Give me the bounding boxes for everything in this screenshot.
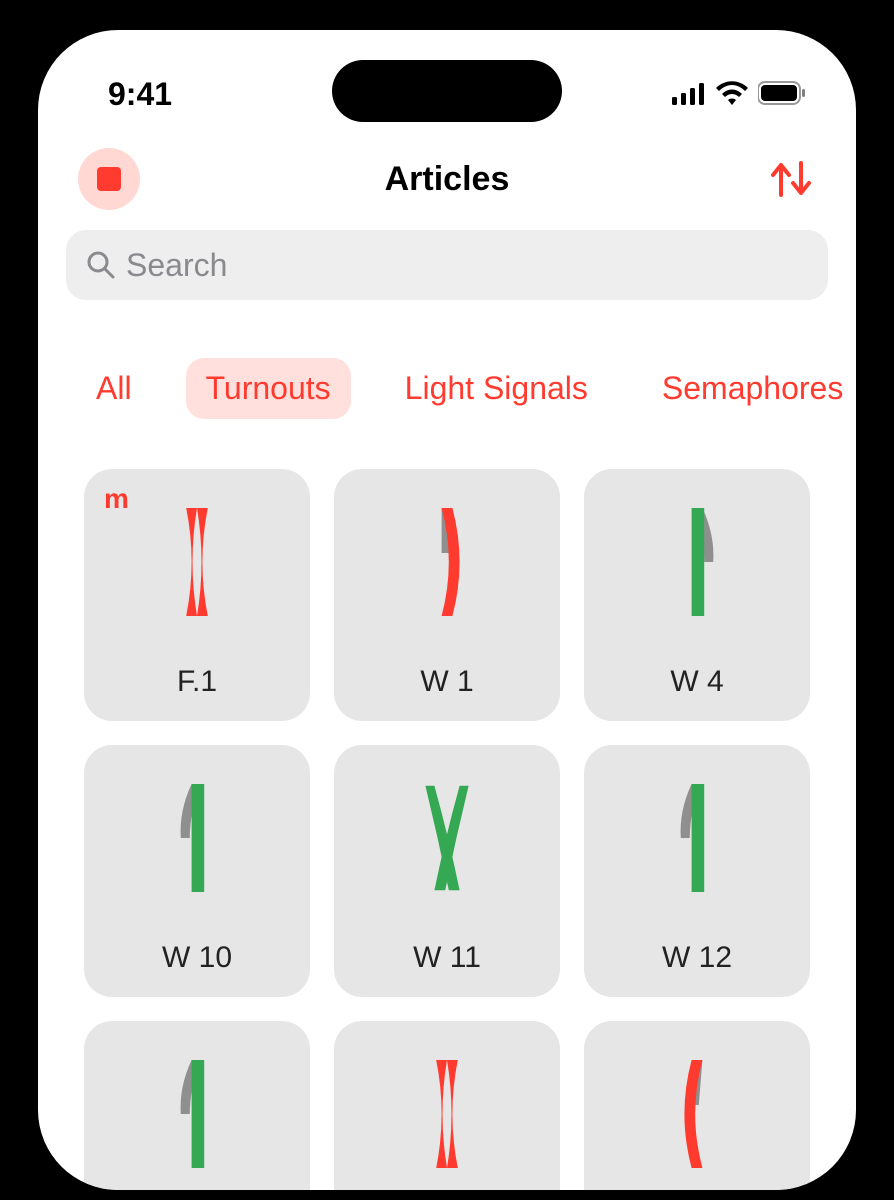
turnout-icon: [637, 1039, 757, 1189]
tile-badge: m: [104, 483, 129, 515]
tile-label: W 4: [670, 665, 723, 699]
status-time: 9:41: [108, 76, 172, 113]
filter-chip-semaphores[interactable]: Semaphores: [642, 358, 856, 419]
turnout-icon: [637, 487, 757, 637]
article-tile[interactable]: W 4: [584, 469, 810, 721]
turnout-icon: [137, 763, 257, 913]
wifi-icon: [716, 76, 748, 113]
sort-button[interactable]: [766, 157, 816, 201]
tile-label: W 11: [413, 941, 481, 975]
filter-row[interactable]: All Turnouts Light Signals Semaphores: [38, 300, 856, 449]
stop-icon: [97, 167, 121, 191]
sort-icon: [766, 157, 816, 201]
article-tile[interactable]: W 12: [584, 745, 810, 997]
article-tile[interactable]: [84, 1021, 310, 1190]
filter-chip-light-signals[interactable]: Light Signals: [385, 358, 608, 419]
tile-label: W 10: [162, 941, 232, 975]
search-icon: [86, 250, 116, 280]
battery-icon: [758, 76, 806, 113]
search-placeholder: Search: [126, 247, 227, 284]
tile-label: F.1: [177, 665, 217, 699]
dynamic-island: [332, 60, 562, 122]
stop-button[interactable]: [78, 148, 140, 210]
article-tile[interactable]: [334, 1021, 560, 1190]
page-title: Articles: [385, 160, 510, 199]
search-input[interactable]: Search: [66, 230, 828, 300]
tile-label: W 1: [420, 665, 473, 699]
article-tile[interactable]: W 11: [334, 745, 560, 997]
filter-chip-turnouts[interactable]: Turnouts: [186, 358, 351, 419]
turnout-icon: [637, 763, 757, 913]
article-tile[interactable]: W 1: [334, 469, 560, 721]
turnout-icon: [387, 1039, 507, 1189]
article-tile[interactable]: W 10: [84, 745, 310, 997]
turnout-icon: [137, 487, 257, 637]
turnout-icon: [137, 1039, 257, 1189]
article-tile[interactable]: [584, 1021, 810, 1190]
turnout-icon: [387, 763, 507, 913]
tile-label: W 12: [662, 941, 732, 975]
cellular-icon: [672, 76, 706, 113]
turnout-icon: [387, 487, 507, 637]
filter-chip-all[interactable]: All: [76, 358, 152, 419]
article-grid: m F.1 W 1 W 4 W 10 W 11 W 12: [38, 449, 856, 1190]
article-tile[interactable]: m F.1: [84, 469, 310, 721]
